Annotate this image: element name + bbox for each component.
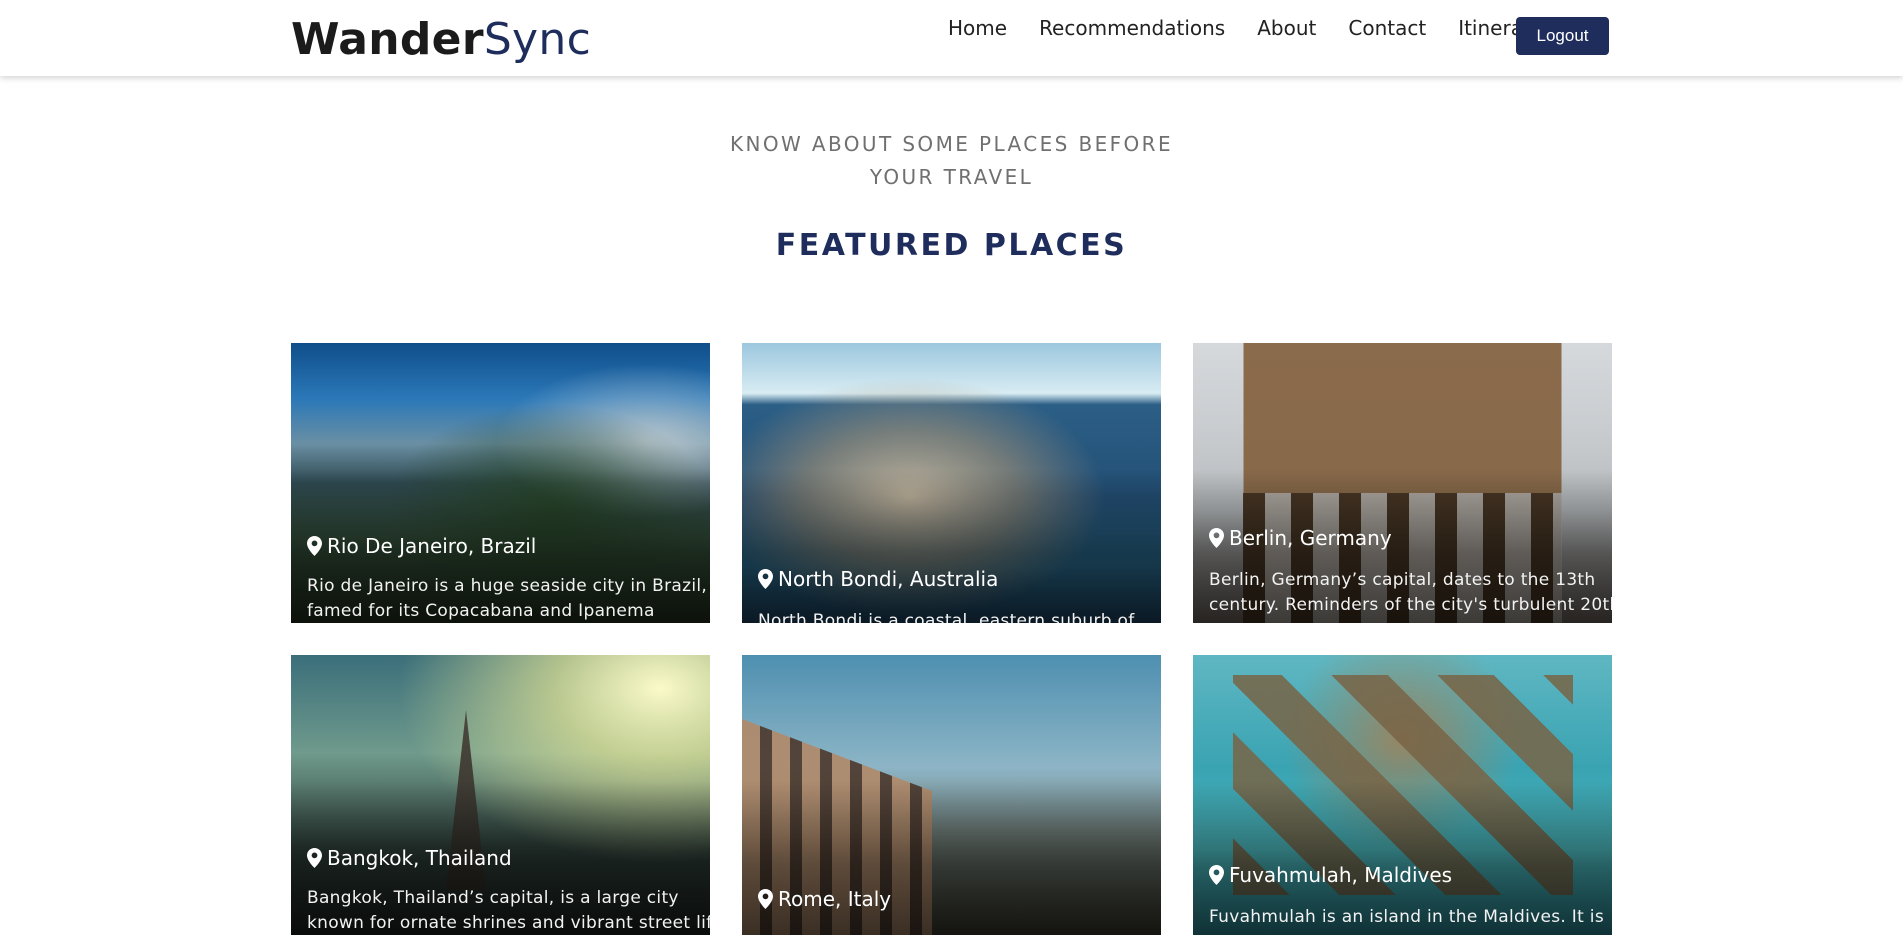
- place-card-berlin[interactable]: Berlin, Germany Berlin, Germany’s capita…: [1193, 343, 1612, 623]
- nav-link-home[interactable]: Home: [932, 16, 1023, 40]
- place-description: Berlin, Germany’s capital, dates to the …: [1209, 570, 1612, 615]
- place-location-label: Rio De Janeiro, Brazil: [327, 534, 537, 558]
- place-description: North Bondi is a coastal, eastern suburb…: [758, 611, 1135, 623]
- place-location: Berlin, Germany: [1209, 526, 1392, 550]
- place-location: Rio De Janeiro, Brazil: [307, 534, 536, 558]
- map-marker-icon: [307, 848, 322, 868]
- section-title: FEATURED PLACES: [775, 228, 1128, 263]
- brand-name-part2: Sync: [483, 14, 592, 65]
- place-location-label: Berlin, Germany: [1229, 526, 1392, 550]
- place-location: North Bondi, Australia: [758, 567, 998, 591]
- map-marker-icon: [1209, 528, 1224, 548]
- brand-logo[interactable]: WanderSync: [291, 14, 591, 65]
- nav-link-recommendations[interactable]: Recommendations: [1023, 16, 1241, 40]
- place-description: Fuvahmulah is an island in the Maldives.…: [1209, 907, 1604, 927]
- place-card-bondi[interactable]: North Bondi, Australia North Bondi is a …: [742, 343, 1161, 623]
- place-card-rome[interactable]: Rome, Italy: [742, 655, 1161, 935]
- logout-button[interactable]: Logout: [1516, 17, 1609, 55]
- place-card-bangkok[interactable]: Bangkok, Thailand Bangkok, Thailand’s ca…: [291, 655, 710, 935]
- place-description: Rio de Janeiro is a huge seaside city in…: [307, 576, 708, 621]
- place-location-label: Fuvahmulah, Maldives: [1229, 863, 1453, 887]
- nav-link-about[interactable]: About: [1241, 16, 1332, 40]
- map-marker-icon: [1209, 865, 1224, 885]
- place-location-label: Bangkok, Thailand: [327, 846, 512, 870]
- place-location-label: Rome, Italy: [778, 887, 892, 911]
- nav-link-contact[interactable]: Contact: [1332, 16, 1442, 40]
- place-description: Bangkok, Thailand’s capital, is a large …: [307, 888, 710, 933]
- place-card-fuvahmulah[interactable]: Fuvahmulah, Maldives Fuvahmulah is an is…: [1193, 655, 1612, 935]
- place-location-label: North Bondi, Australia: [778, 567, 999, 591]
- place-location: Fuvahmulah, Maldives: [1209, 863, 1452, 887]
- navbar: WanderSync Home Recommendations About Co…: [0, 0, 1903, 76]
- place-location: Bangkok, Thailand: [307, 846, 512, 870]
- map-marker-icon: [758, 569, 773, 589]
- place-card-rio[interactable]: Rio De Janeiro, Brazil Rio de Janeiro is…: [291, 343, 710, 623]
- place-location: Rome, Italy: [758, 887, 891, 911]
- map-marker-icon: [758, 889, 773, 909]
- section-subtitle: KNOW ABOUT SOME PLACES BEFORE YOUR TRAVE…: [729, 132, 1174, 189]
- nav-links: Home Recommendations About Contact Itine…: [932, 16, 1559, 40]
- brand-name-part1: Wander: [291, 14, 484, 65]
- map-marker-icon: [307, 536, 322, 556]
